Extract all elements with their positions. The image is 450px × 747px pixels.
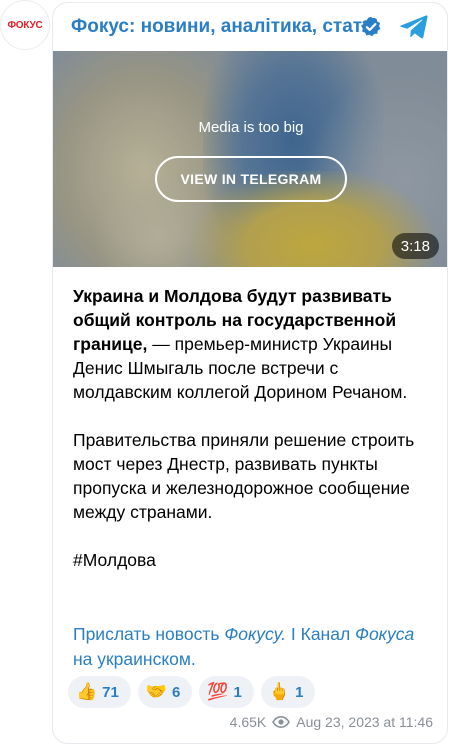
- post-links: Прислать новость Фокусу. I Канал Фокуса …: [73, 622, 433, 672]
- video-duration-badge: 3:18: [391, 233, 439, 259]
- reaction-count: 1: [233, 683, 242, 701]
- post-text: Украина и Молдова будут развивать общий …: [73, 284, 433, 596]
- view-in-telegram-button[interactable]: VIEW IN TELEGRAM: [155, 156, 347, 202]
- eye-icon: [272, 716, 291, 728]
- post-card: Фокус: новини, аналітика, статті Media i…: [52, 2, 448, 744]
- media-too-big-note: Media is too big: [198, 119, 304, 136]
- reaction-thumbs-up[interactable]: 👍 71: [68, 676, 131, 708]
- verified-icon: [361, 16, 381, 37]
- post-header: Фокус: новини, аналітика, статті: [53, 3, 447, 51]
- channel-avatar[interactable]: ФОКУС: [0, 0, 50, 50]
- post-date[interactable]: Aug 23, 2023 at 11:46: [296, 714, 433, 730]
- reaction-count: 6: [172, 683, 181, 701]
- hashtag-link[interactable]: #Молдова: [73, 548, 433, 572]
- middle-finger-icon: 🖕: [268, 681, 291, 702]
- reactions-bar: 👍 71 🤝 6 💯 1 🖕 1: [68, 676, 316, 708]
- reaction-count: 71: [102, 683, 119, 701]
- telegram-icon[interactable]: [399, 13, 429, 41]
- reaction-handshake[interactable]: 🤝 6: [137, 676, 193, 708]
- thumbs-up-icon: 👍: [76, 681, 98, 702]
- avatar-logo-text: ФОКУС: [7, 19, 43, 31]
- channel-title[interactable]: Фокус: новини, аналітика, статті: [71, 16, 377, 38]
- view-count: 4.65K: [229, 714, 267, 730]
- hundred-points-icon: 💯: [207, 681, 229, 702]
- post-paragraph-2: Правительства приняли решение строить мо…: [73, 430, 415, 522]
- send-news-link[interactable]: Прислать новость Фокусу.: [73, 624, 286, 644]
- links-separator: I: [286, 624, 301, 644]
- reaction-middle-finger[interactable]: 🖕 1: [260, 676, 316, 708]
- post-paragraph-1: Украина и Молдова будут развивать общий …: [73, 284, 433, 404]
- reaction-count: 1: [295, 683, 304, 701]
- video-preview[interactable]: Media is too big VIEW IN TELEGRAM 3:18: [53, 51, 447, 267]
- reaction-hundred[interactable]: 💯 1: [199, 676, 254, 708]
- post-meta: 4.65K Aug 23, 2023 at 11:46: [230, 712, 433, 732]
- handshake-icon: 🤝: [145, 681, 168, 702]
